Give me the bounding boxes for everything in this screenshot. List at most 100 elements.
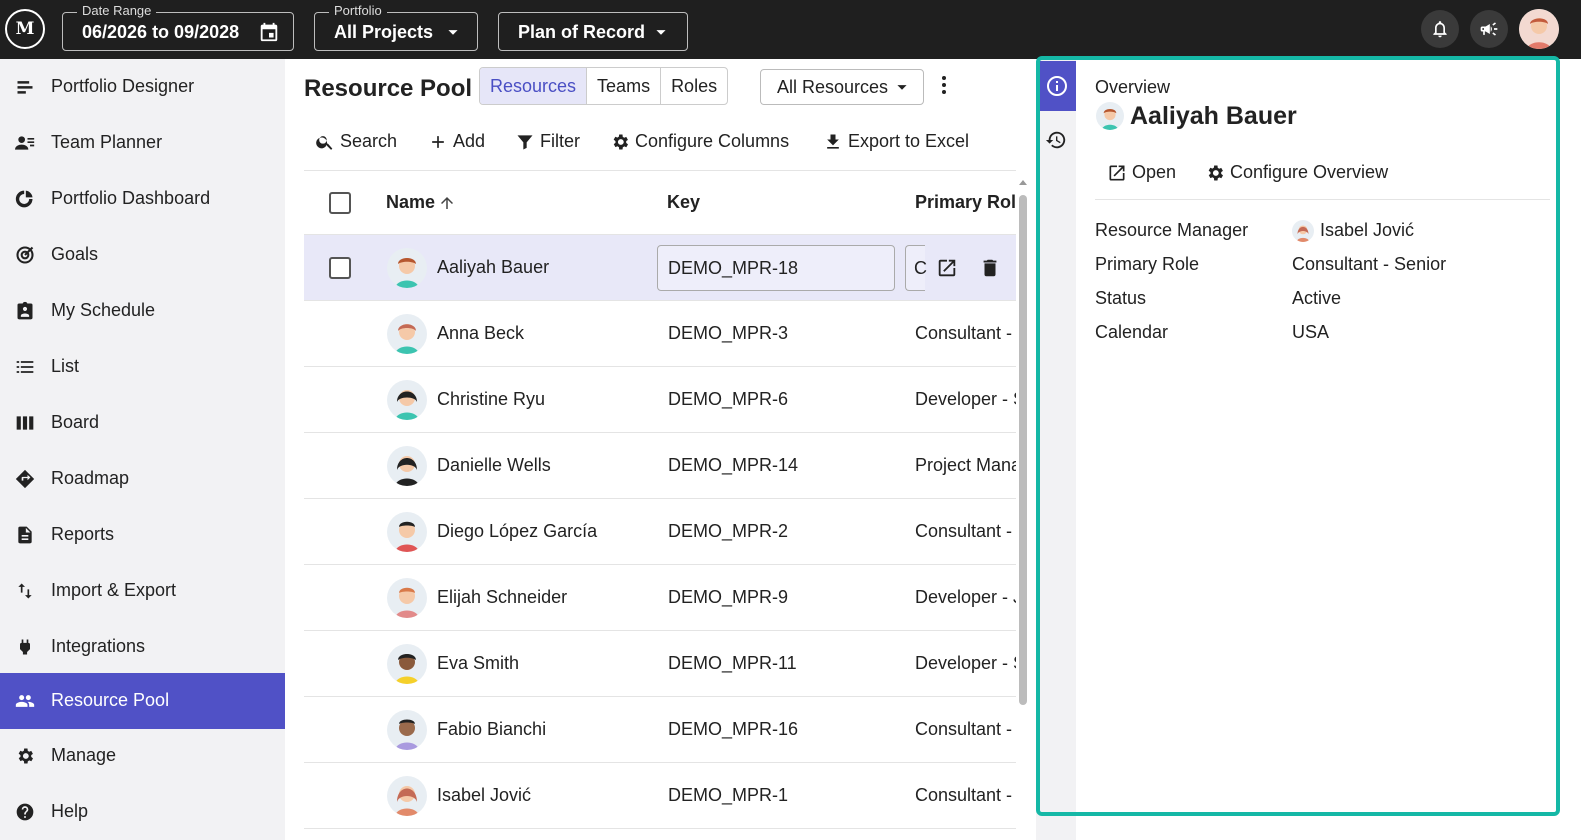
portfolio-select[interactable]: Portfolio All Projects (314, 3, 478, 51)
avatar (1292, 220, 1314, 242)
role-field[interactable]: C (905, 245, 927, 291)
sidebar-item-goals[interactable]: Goals (0, 227, 285, 283)
grid-scrollbar[interactable] (1018, 177, 1028, 837)
resource-role: Developer - S (915, 389, 1016, 409)
field-value-primary-role: Consultant - Senior (1292, 254, 1447, 274)
role-value: C (914, 258, 927, 278)
table-row[interactable]: Anna Beck DEMO_MPR-3 Consultant - (304, 301, 1016, 367)
resource-name: Eva Smith (437, 653, 520, 673)
user-avatar[interactable] (1519, 9, 1559, 49)
resource-role: Consultant - (915, 785, 1013, 805)
table-row[interactable]: Isabel Jović DEMO_MPR-1 Consultant - (304, 763, 1016, 829)
table-row[interactable]: Aaliyah Bauer DEMO_MPR-18 C (304, 235, 1016, 301)
search-label: Search (340, 131, 398, 151)
date-range-picker[interactable]: Date Range 06/2026 to 09/2028 (62, 3, 294, 51)
field-value-calendar: USA (1292, 322, 1330, 342)
sidebar-item-board[interactable]: Board (0, 395, 285, 451)
sidebar-item-manage[interactable]: Manage (0, 728, 285, 784)
scroll-up-arrow-icon[interactable] (1018, 177, 1028, 187)
sidebar-item-label: Portfolio Designer (51, 76, 195, 96)
plan-select[interactable]: Plan of Record (498, 12, 688, 51)
grid-header: Name Key Primary Role (304, 170, 1016, 235)
table-row[interactable]: Elijah Schneider DEMO_MPR-9 Developer - … (304, 565, 1016, 631)
add-button[interactable]: Add (428, 127, 488, 157)
chevron-down-icon (448, 30, 458, 35)
export-excel-button[interactable]: Export to Excel (823, 127, 973, 157)
sidebar-item-my-schedule[interactable]: My Schedule (0, 283, 285, 339)
sidebar-item-label: Integrations (51, 636, 146, 656)
more-options-icon[interactable] (935, 73, 953, 97)
sidebar-item-label: Team Planner (51, 132, 163, 152)
panel-rail (1036, 59, 1076, 840)
sidebar-item-team-planner[interactable]: Team Planner (0, 115, 285, 171)
open-external-icon[interactable] (936, 257, 958, 279)
field-label-resource-manager: Resource Manager (1095, 220, 1249, 240)
configure-overview-label: Configure Overview (1230, 162, 1389, 182)
announcements-button[interactable] (1470, 10, 1508, 48)
table-row[interactable]: Diego López García DEMO_MPR-2 Consultant… (304, 499, 1016, 565)
plug-icon (20, 639, 30, 655)
sidebar-item-reports[interactable]: Reports (0, 507, 285, 563)
sidebar: Portfolio Designer Team Planner Portfoli… (0, 59, 285, 840)
sidebar-item-import-export[interactable]: Import & Export (0, 563, 285, 619)
sort-ascending-icon[interactable] (438, 194, 456, 212)
resource-role: Consultant - (915, 323, 1013, 343)
configure-columns-button[interactable]: Configure Columns (610, 127, 795, 157)
field-label-primary-role: Primary Role (1095, 254, 1200, 274)
resource-key: DEMO_MPR-11 (668, 653, 797, 673)
field-value-resource-manager[interactable]: Isabel Jović (1320, 220, 1414, 241)
filter-icon (517, 135, 533, 150)
table-row[interactable]: Christine Ryu DEMO_MPR-6 Developer - S (304, 367, 1016, 433)
app-logo[interactable]: M (5, 9, 45, 49)
table-row[interactable]: Fabio Bianchi DEMO_MPR-16 Consultant - (304, 697, 1016, 763)
search-button[interactable]: Search (315, 127, 400, 157)
table-row[interactable]: Eva Smith DEMO_MPR-11 Developer - S (304, 631, 1016, 697)
column-header-primary-role[interactable]: Primary Role (915, 192, 1016, 213)
resource-role: Consultant - (915, 521, 1013, 541)
avatar (387, 512, 427, 552)
sidebar-item-portfolio-dashboard[interactable]: Portfolio Dashboard (0, 171, 285, 227)
sidebar-item-portfolio-designer[interactable]: Portfolio Designer (0, 59, 285, 115)
scrollbar-thumb[interactable] (1019, 195, 1027, 705)
avatar (387, 380, 427, 420)
notifications-button[interactable] (1421, 10, 1459, 48)
tab-roles[interactable]: Roles (661, 68, 727, 104)
open-label: Open (1132, 162, 1177, 182)
sidebar-item-roadmap[interactable]: Roadmap (0, 451, 285, 507)
column-header-key[interactable]: Key (667, 192, 700, 213)
sidebar-item-label: Board (51, 412, 100, 432)
field-label-status: Status (1095, 288, 1147, 308)
sidebar-item-integrations[interactable]: Integrations (0, 619, 285, 675)
history-icon[interactable] (1045, 129, 1067, 151)
reports-icon (18, 526, 32, 544)
top-bar: M Date Range 06/2026 to 09/2028 Portfoli… (0, 0, 1581, 59)
sidebar-item-list[interactable]: List (0, 339, 285, 395)
tab-resources[interactable]: Resources (480, 68, 588, 104)
column-header-name[interactable]: Name (386, 192, 435, 213)
avatar (1096, 102, 1124, 130)
sidebar-item-help[interactable]: Help (0, 784, 285, 840)
sidebar-item-label: Goals (51, 244, 99, 264)
avatar (387, 314, 427, 354)
row-checkbox[interactable] (329, 257, 351, 279)
sidebar-item-resource-pool[interactable]: Resource Pool (0, 673, 285, 729)
delete-icon[interactable] (979, 257, 1001, 279)
tab-teams[interactable]: Teams (587, 68, 662, 104)
configure-overview-button[interactable]: Configure Overview (1205, 161, 1395, 187)
dashboard-icon (15, 190, 33, 208)
view-tabs: Resources Teams Roles (479, 67, 729, 105)
roadmap-icon (15, 469, 35, 489)
import-export-icon (18, 583, 32, 599)
avatar (387, 248, 427, 288)
table-row[interactable]: Danielle Wells DEMO_MPR-14 Project Mana (304, 433, 1016, 499)
key-field[interactable]: DEMO_MPR-18 (657, 245, 895, 291)
portfolio-caption: Portfolio (329, 3, 387, 18)
overview-tab[interactable] (1038, 61, 1076, 111)
filter-button[interactable]: Filter (515, 127, 583, 157)
sidebar-item-label: Help (51, 801, 89, 821)
resource-grid: Name Key Primary Role Aaliyah Bauer DEMO… (304, 170, 1016, 840)
resource-filter-select[interactable]: All Resources (760, 69, 924, 105)
select-all-checkbox[interactable] (329, 192, 351, 214)
open-button[interactable]: Open (1107, 161, 1177, 187)
overview-panel: Overview Aaliyah Bauer Open Configure Ov… (1076, 59, 1581, 840)
